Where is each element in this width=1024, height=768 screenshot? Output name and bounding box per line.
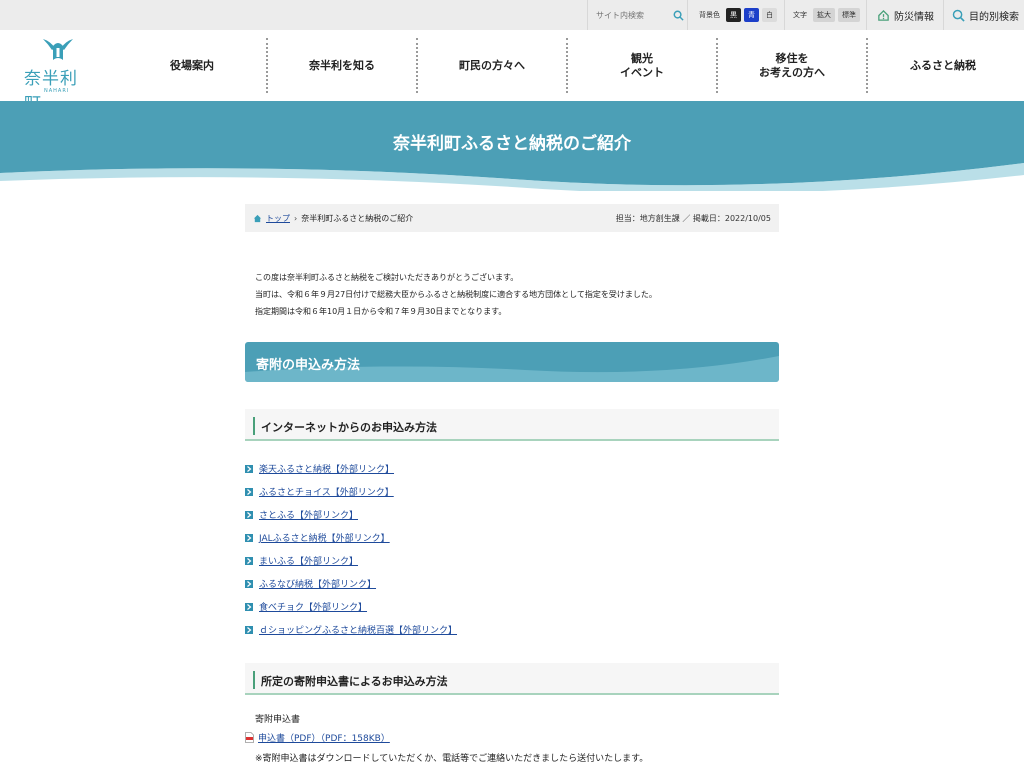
nav-item-tourism-events[interactable]: 観光 イベント — [568, 38, 718, 93]
nav-item-label-line2: お考えの方へ — [759, 65, 825, 79]
page-title: 奈半利町ふるさと納税のご紹介 — [393, 134, 631, 154]
purpose-search-label: 目的別検索 — [969, 11, 1019, 23]
arrow-right-icon — [245, 464, 253, 473]
purpose-search-link[interactable]: 目的別検索 — [943, 0, 1024, 30]
text-size-label: 文字 — [793, 11, 807, 19]
disaster-info-label: 防災情報 — [894, 11, 934, 23]
nav-item-relocation[interactable]: 移住を お考えの方へ — [718, 38, 868, 93]
jal-furusato-link[interactable]: JALふるさと納税【外部リンク】 — [259, 531, 390, 544]
nav-item-label: ふるさと納税 — [910, 58, 976, 72]
heading-accent-bar — [253, 417, 255, 435]
internet-subheading: インターネットからのお申込み方法 — [245, 409, 779, 441]
section-heading: 寄附の申込み方法 — [245, 342, 779, 382]
arrow-right-icon — [245, 602, 253, 611]
list-item: 食べチョク【外部リンク】 — [245, 595, 779, 618]
section-heading-text: 寄附の申込み方法 — [256, 358, 361, 373]
arrow-right-icon — [245, 556, 253, 565]
logo-roman-name: NAHARI — [44, 88, 70, 94]
d-shopping-link[interactable]: ｄショッピングふるさと納税百選【外部リンク】 — [259, 623, 457, 636]
nav-item-label: 奈半利を知る — [309, 58, 375, 72]
arrow-right-icon — [245, 579, 253, 588]
list-item: JALふるさと納税【外部リンク】 — [245, 526, 779, 549]
satofull-link[interactable]: さとふる【外部リンク】 — [259, 508, 358, 521]
heading-accent-bar — [253, 671, 255, 689]
arrow-right-icon — [245, 625, 253, 634]
arrow-right-icon — [245, 510, 253, 519]
bg-white-button[interactable]: 白 — [762, 8, 777, 22]
page-title-banner: 奈半利町ふるさと納税のご紹介 — [0, 101, 1024, 191]
pdf-download-link[interactable]: 申込書（PDF）（PDF：158KB） — [258, 731, 390, 744]
nav-item-label-line1: 移住を — [775, 51, 809, 65]
pdf-file-icon — [245, 732, 254, 743]
nav-item-for-residents[interactable]: 町民の方々へ — [418, 38, 568, 93]
intro-line: 当町は、令和６年９月27日付けで総務大臣からふるさと納税制度に適合する地方団体と… — [255, 290, 657, 299]
form-subheading-text: 所定の寄附申込書によるお申込み方法 — [261, 675, 448, 688]
nav-item-label-line2: イベント — [620, 65, 664, 79]
bg-blue-button[interactable]: 青 — [744, 8, 759, 22]
rakuten-link[interactable]: 楽天ふるさと納税【外部リンク】 — [259, 462, 394, 475]
nav-item-about-nahari[interactable]: 奈半利を知る — [268, 38, 418, 93]
nav-item-label: 町民の方々へ — [459, 58, 525, 72]
nav-item-furusato-tax[interactable]: ふるさと納税 — [868, 38, 1018, 93]
background-color-label: 背景色 — [699, 11, 720, 19]
pdf-download-row: 申込書（PDF）（PDF：158KB） — [245, 731, 390, 744]
search-icon — [673, 10, 684, 21]
intro-line: 指定期間は令和６年10月１日から令和７年９月30日までとなります。 — [255, 307, 507, 316]
furusato-choice-link[interactable]: ふるさとチョイス【外部リンク】 — [259, 485, 394, 498]
disaster-info-link[interactable]: 防災情報 — [866, 0, 943, 30]
list-item: ふるなび納税【外部リンク】 — [245, 572, 779, 595]
furunavi-link[interactable]: ふるなび納税【外部リンク】 — [259, 577, 376, 590]
text-size-switcher: 文字 拡大 標準 — [784, 0, 866, 30]
page-meta: 担当：地方創生課 ／ 掲載日：2022/10/05 — [615, 213, 771, 223]
bg-black-button[interactable]: 黒 — [726, 8, 741, 22]
nav-item-government-guide[interactable]: 役場案内 — [118, 38, 268, 93]
text-enlarge-button[interactable]: 拡大 — [813, 8, 835, 22]
home-icon — [253, 214, 262, 222]
text-standard-button[interactable]: 標準 — [838, 8, 860, 22]
form-subheading: 所定の寄附申込書によるお申込み方法 — [245, 663, 779, 695]
arrow-right-icon — [245, 533, 253, 542]
nav-item-label: 役場案内 — [170, 58, 214, 72]
utility-bar: 背景色 黒 青 白 文字 拡大 標準 防災情報 目的別検索 — [0, 0, 1024, 30]
magnifier-icon — [952, 9, 965, 22]
site-logo[interactable]: 奈半利町 NAHARI — [24, 36, 94, 114]
intro-line: この度は奈半利町ふるさと納税をご検討いただきありがとうございます。 — [255, 273, 519, 282]
breadcrumb-current: 奈半利町ふるさと納税のご紹介 — [301, 213, 414, 223]
site-search — [587, 0, 687, 30]
chevron-right-icon: › — [294, 213, 298, 223]
alert-shield-icon — [878, 9, 889, 21]
global-navigation: 役場案内 奈半利を知る 町民の方々へ 観光 イベント 移住を お考えの方へ ふるさと… — [118, 38, 1018, 93]
tabechoku-link[interactable]: 食べチョク【外部リンク】 — [259, 600, 367, 613]
background-color-switcher: 背景色 黒 青 白 — [687, 0, 784, 30]
intro-text: この度は奈半利町ふるさと納税をご検討いただきありがとうございます。 当町は、令和… — [255, 269, 775, 320]
internet-subheading-text: インターネットからのお申込み方法 — [261, 421, 437, 434]
nav-item-label-line1: 観光 — [631, 51, 653, 65]
breadcrumb: トップ › 奈半利町ふるさと納税のご紹介 担当：地方創生課 ／ 掲載日：2022… — [245, 204, 779, 232]
internet-link-list: 楽天ふるさと納税【外部リンク】 ふるさとチョイス【外部リンク】 さとふる【外部リ… — [245, 457, 779, 641]
list-item: ふるさとチョイス【外部リンク】 — [245, 480, 779, 503]
form-label: 寄附申込書 — [255, 715, 301, 725]
list-item: さとふる【外部リンク】 — [245, 503, 779, 526]
list-item: まいふる【外部リンク】 — [245, 549, 779, 572]
form-note: ※寄附申込書はダウンロードしていただくか、電話等でご連絡いただきましたら送付いた… — [255, 754, 649, 764]
arrow-right-icon — [245, 487, 253, 496]
site-search-input[interactable] — [596, 3, 670, 27]
breadcrumb-home-link[interactable]: トップ — [266, 213, 290, 224]
search-button[interactable] — [670, 7, 686, 23]
list-item: 楽天ふるさと納税【外部リンク】 — [245, 457, 779, 480]
maifuru-link[interactable]: まいふる【外部リンク】 — [259, 554, 358, 567]
list-item: ｄショッピングふるさと納税百選【外部リンク】 — [245, 618, 779, 641]
town-emblem-icon — [43, 39, 73, 60]
